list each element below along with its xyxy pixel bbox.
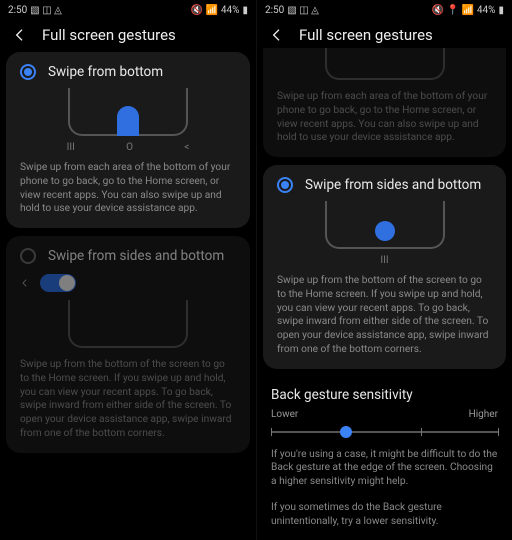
recents-icon: III [67,142,75,153]
page-title: Full screen gestures [42,26,176,44]
back-nav-icon: < [184,142,189,153]
status-icons-left: ▧ ◫ ◬ [30,5,62,16]
label-higher: Higher [469,409,498,420]
status-battery: 44% [477,5,496,16]
home-icon: III [380,255,388,266]
battery-icon: ▮ [242,5,248,16]
option-swipe-bottom[interactable]: Swipe from bottom III O < Swipe up from … [6,52,250,228]
status-icons-right: 🔇 📍 📶 [432,5,474,16]
status-bar: 2:50 ▧ ◫ ◬ 🔇 📶 44% ▮ [0,0,256,18]
battery-icon: ▮ [498,5,504,16]
slider-thumb[interactable] [340,426,352,438]
radio-swipe-sides[interactable] [277,177,293,193]
diagram-swipe-bottom [263,48,506,86]
radio-swipe-sides[interactable] [20,248,36,264]
phone-right: 2:50 ▧ ◫ ◬ 🔇 📍 📶 44% ▮ Full screen gestu… [256,0,512,540]
status-time: 2:50 [8,5,27,16]
option-swipe-sides[interactable]: Swipe from sides and bottom III Swipe up… [263,165,506,369]
option-swipe-sides[interactable]: Swipe from sides and bottom Swipe up fro… [6,236,250,453]
option-desc: Swipe up from each area of the bottom of… [263,86,506,157]
diagram-swipe-sides [263,199,506,255]
back-icon[interactable] [12,27,28,43]
chevron-left-icon [20,278,30,288]
inline-toggle-row [6,270,250,298]
nav-icons: III [263,255,506,270]
diagram-swipe-sides [6,298,250,354]
option-label: Swipe from bottom [48,64,163,80]
slider-labels: Lower Higher [257,407,512,420]
option-desc: Swipe up from each area of the bottom of… [6,157,250,228]
diagram-swipe-bottom [6,86,250,142]
option-label: Swipe from sides and bottom [305,177,481,193]
option-swipe-bottom[interactable]: Swipe up from each area of the bottom of… [263,48,506,157]
sensitivity-title: Back gesture sensitivity [257,377,512,407]
back-icon[interactable] [269,27,285,43]
page-title: Full screen gestures [299,26,433,44]
status-icons-right: 🔇 📶 [191,5,218,16]
sensitivity-slider[interactable] [271,420,498,444]
toggle-switch[interactable] [40,274,76,292]
status-time: 2:50 [265,5,284,16]
phone-left: 2:50 ▧ ◫ ◬ 🔇 📶 44% ▮ Full screen gesture… [0,0,256,540]
home-icon: O [126,142,133,153]
option-desc: Swipe up from the bottom of the screen t… [6,354,250,453]
option-desc: Swipe up from the bottom of the screen t… [263,270,506,369]
status-icons-left: ▧ ◫ ◬ [287,5,319,16]
radio-swipe-bottom[interactable] [20,64,36,80]
sensitivity-desc1: If you're using a case, it might be diff… [257,444,512,501]
option-label: Swipe from sides and bottom [48,248,224,264]
back-sensitivity-section: Back gesture sensitivity Lower Higher If… [257,377,512,540]
sensitivity-desc2: If you sometimes do the Back gesture uni… [257,501,512,540]
nav-icons: III O < [6,142,250,157]
status-bar: 2:50 ▧ ◫ ◬ 🔇 📍 📶 44% ▮ [257,0,512,18]
status-battery: 44% [221,5,240,16]
label-lower: Lower [271,409,298,420]
